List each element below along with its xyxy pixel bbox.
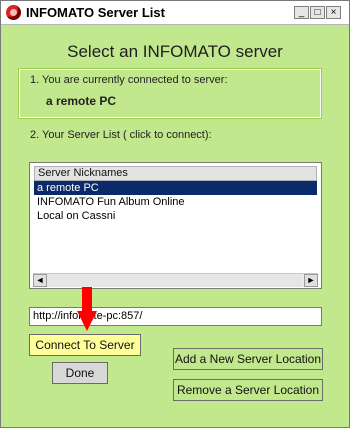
- minimize-button[interactable]: _: [294, 6, 309, 19]
- scroll-left-arrow-icon[interactable]: ◄: [33, 274, 47, 287]
- title-bar[interactable]: INFOMATO Server List _ □ ×: [1, 1, 349, 25]
- current-server-group: 1. You are currently connected to server…: [18, 68, 322, 119]
- server-list-item[interactable]: a remote PC: [34, 181, 317, 195]
- current-server-label: 1. You are currently connected to server…: [30, 74, 228, 86]
- column-header-server-nicknames[interactable]: Server Nicknames: [34, 166, 317, 181]
- connect-to-server-button[interactable]: Connect To Server: [29, 334, 141, 356]
- maximize-button[interactable]: □: [310, 6, 325, 19]
- infomato-app-icon: [6, 5, 21, 20]
- add-server-location-button[interactable]: Add a New Server Location: [173, 348, 323, 370]
- server-list-item[interactable]: Local on Cassni: [34, 209, 317, 223]
- current-server-value: a remote PC: [46, 94, 117, 108]
- server-list-label: 2. Your Server List ( click to connect):: [30, 129, 212, 141]
- window-title: INFOMATO Server List: [26, 5, 165, 20]
- scroll-right-arrow-icon[interactable]: ►: [304, 274, 318, 287]
- remove-server-location-button[interactable]: Remove a Server Location: [173, 379, 323, 401]
- scrollbar-thumb[interactable]: [47, 274, 302, 287]
- page-heading: Select an INFOMATO server: [67, 42, 283, 61]
- horizontal-scrollbar[interactable]: ◄ ►: [33, 273, 318, 287]
- server-list-window: INFOMATO Server List _ □ × Select an INF…: [0, 0, 350, 428]
- red-down-arrow-icon: [77, 287, 97, 331]
- done-button[interactable]: Done: [52, 362, 108, 384]
- server-url-input[interactable]: http://infomate-pc:857/: [29, 307, 322, 326]
- close-button[interactable]: ×: [326, 6, 341, 19]
- server-listbox[interactable]: Server Nicknames a remote PC INFOMATO Fu…: [29, 162, 322, 289]
- server-list-item[interactable]: INFOMATO Fun Album Online: [34, 195, 317, 209]
